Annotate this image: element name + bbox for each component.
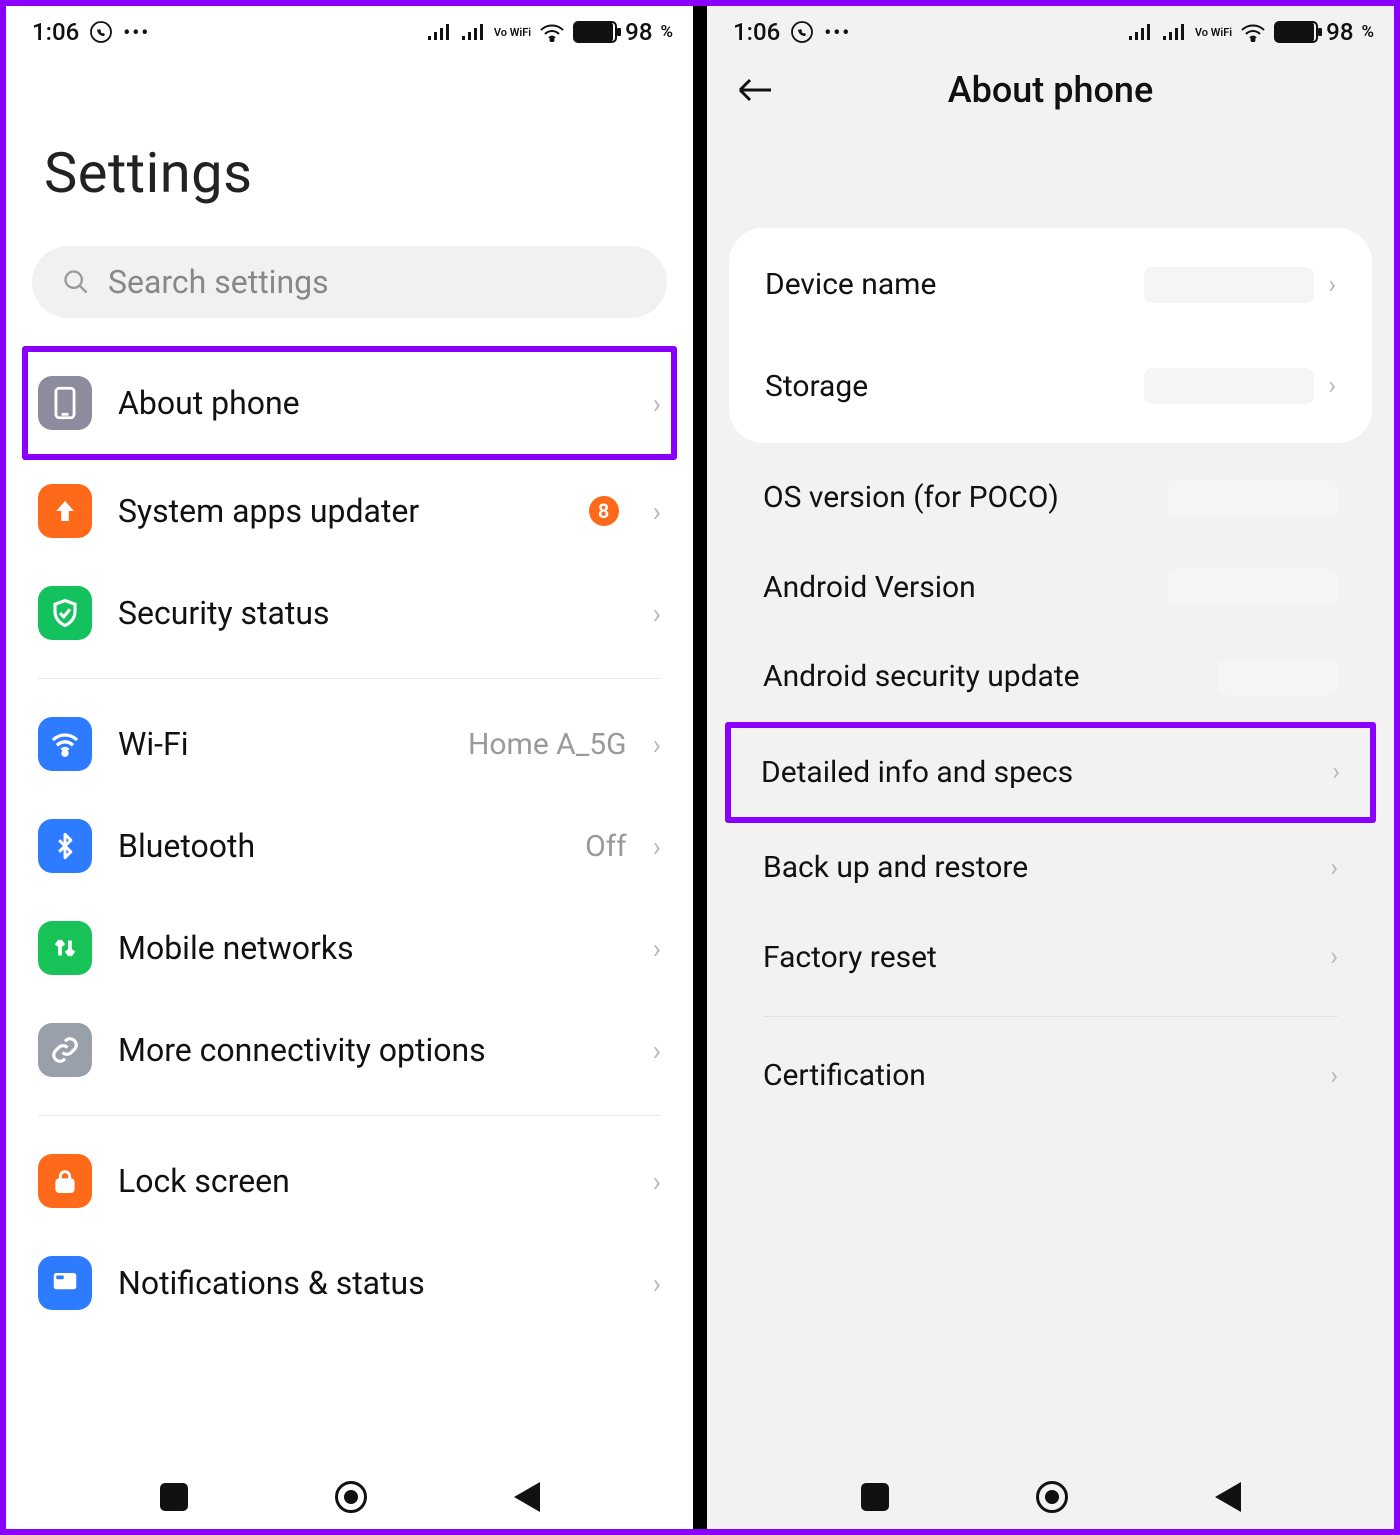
battery-pct: 98 bbox=[625, 18, 652, 46]
row-storage[interactable]: Storage › bbox=[729, 336, 1372, 438]
row-mobile-networks[interactable]: Mobile networks › bbox=[32, 897, 667, 999]
battery-icon bbox=[1274, 21, 1318, 43]
row-more-connectivity[interactable]: More connectivity options › bbox=[32, 999, 667, 1101]
wifi-icon bbox=[38, 717, 92, 771]
highlight-about-phone: About phone › bbox=[22, 346, 677, 460]
signal-1-icon bbox=[426, 22, 452, 42]
signal-1-icon bbox=[1127, 22, 1153, 42]
page-title: About phone bbox=[948, 69, 1153, 111]
chevron-right-icon: › bbox=[1330, 942, 1338, 972]
chevron-right-icon: › bbox=[653, 830, 661, 863]
row-notifications[interactable]: Notifications & status › bbox=[32, 1232, 667, 1334]
shield-check-icon bbox=[38, 586, 92, 640]
chevron-right-icon: › bbox=[1330, 853, 1338, 883]
vowifi-icon: Vo WiFi bbox=[1195, 27, 1232, 38]
updater-badge: 8 bbox=[589, 496, 619, 526]
row-android-version[interactable]: Android Version bbox=[733, 543, 1368, 633]
chevron-right-icon: › bbox=[653, 932, 661, 965]
page-header: About phone bbox=[707, 52, 1394, 128]
row-backup-restore[interactable]: Back up and restore › bbox=[733, 823, 1368, 913]
card-device: Device name › Storage › bbox=[729, 228, 1372, 443]
row-wifi[interactable]: Wi-Fi Home A_5G › bbox=[32, 693, 667, 795]
row-certification[interactable]: Certification › bbox=[733, 1031, 1368, 1121]
row-about-phone[interactable]: About phone › bbox=[32, 352, 667, 454]
row-lock-screen[interactable]: Lock screen › bbox=[32, 1130, 667, 1232]
screen-about-phone: 1:06 ••• Vo WiFi 98% bbox=[707, 6, 1394, 1529]
signal-2-icon bbox=[1161, 22, 1187, 42]
secupd-value-redacted bbox=[1218, 659, 1338, 695]
more-icon: ••• bbox=[123, 20, 150, 44]
bluetooth-icon bbox=[38, 819, 92, 873]
status-bar: 1:06 ••• Vo WiFi 98% bbox=[6, 6, 693, 52]
whatsapp-icon bbox=[790, 20, 814, 44]
lock-icon bbox=[38, 1154, 92, 1208]
chevron-right-icon: › bbox=[653, 597, 661, 630]
chevron-right-icon: › bbox=[653, 495, 661, 528]
nav-bar bbox=[707, 1465, 1394, 1529]
vowifi-icon: Vo WiFi bbox=[494, 27, 531, 38]
divider bbox=[763, 1016, 1338, 1017]
chevron-right-icon: › bbox=[1332, 757, 1340, 787]
status-time: 1:06 bbox=[32, 18, 79, 46]
battery-pct: 98 bbox=[1326, 18, 1353, 46]
wifi-icon bbox=[1240, 22, 1266, 42]
chevron-right-icon: › bbox=[653, 1165, 661, 1198]
search-icon bbox=[62, 268, 90, 296]
device-name-value-redacted bbox=[1144, 267, 1314, 303]
whatsapp-icon bbox=[89, 20, 113, 44]
nav-back-button[interactable] bbox=[514, 1482, 540, 1512]
notification-icon bbox=[38, 1256, 92, 1310]
search-placeholder: Search settings bbox=[108, 263, 329, 301]
row-os-version[interactable]: OS version (for POCO) bbox=[733, 453, 1368, 543]
bt-value: Off bbox=[585, 829, 627, 864]
row-detailed-info[interactable]: Detailed info and specs › bbox=[731, 728, 1370, 818]
signal-2-icon bbox=[460, 22, 486, 42]
arrows-up-down-icon bbox=[38, 921, 92, 975]
page-title: Settings bbox=[44, 140, 667, 206]
chevron-right-icon: › bbox=[1328, 270, 1336, 300]
more-icon: ••• bbox=[824, 20, 851, 44]
row-bluetooth[interactable]: Bluetooth Off › bbox=[32, 795, 667, 897]
phone-icon bbox=[38, 376, 92, 430]
divider bbox=[38, 678, 661, 679]
chevron-right-icon: › bbox=[653, 387, 661, 420]
nav-recents-button[interactable] bbox=[861, 1483, 889, 1511]
arrow-up-icon bbox=[38, 484, 92, 538]
chevron-right-icon: › bbox=[653, 1034, 661, 1067]
link-icon bbox=[38, 1023, 92, 1077]
chevron-right-icon: › bbox=[1330, 1061, 1338, 1091]
back-button[interactable] bbox=[737, 77, 773, 103]
android-value-redacted bbox=[1168, 569, 1338, 605]
highlight-detailed-info: Detailed info and specs › bbox=[725, 722, 1376, 824]
nav-home-button[interactable] bbox=[335, 1481, 367, 1513]
chevron-right-icon: › bbox=[1328, 371, 1336, 401]
status-bar: 1:06 ••• Vo WiFi 98% bbox=[707, 6, 1394, 52]
chevron-right-icon: › bbox=[653, 728, 661, 761]
row-system-apps-updater[interactable]: System apps updater 8 › bbox=[32, 460, 667, 562]
divider bbox=[38, 1115, 661, 1116]
status-time: 1:06 bbox=[733, 18, 780, 46]
nav-back-button[interactable] bbox=[1215, 1482, 1241, 1512]
row-device-name[interactable]: Device name › bbox=[729, 234, 1372, 336]
row-factory-reset[interactable]: Factory reset › bbox=[733, 913, 1368, 1003]
search-input[interactable]: Search settings bbox=[32, 246, 667, 318]
row-security-update[interactable]: Android security update bbox=[733, 632, 1368, 722]
row-security-status[interactable]: Security status › bbox=[32, 562, 667, 664]
nav-home-button[interactable] bbox=[1036, 1481, 1068, 1513]
screen-settings: 1:06 ••• Vo WiFi 98% bbox=[6, 6, 693, 1529]
battery-icon bbox=[573, 21, 617, 43]
nav-recents-button[interactable] bbox=[160, 1483, 188, 1511]
wifi-icon bbox=[539, 22, 565, 42]
chevron-right-icon: › bbox=[653, 1267, 661, 1300]
nav-bar bbox=[6, 1465, 693, 1529]
storage-value-redacted bbox=[1144, 368, 1314, 404]
os-value-redacted bbox=[1168, 480, 1338, 516]
wifi-value: Home A_5G bbox=[468, 727, 627, 762]
